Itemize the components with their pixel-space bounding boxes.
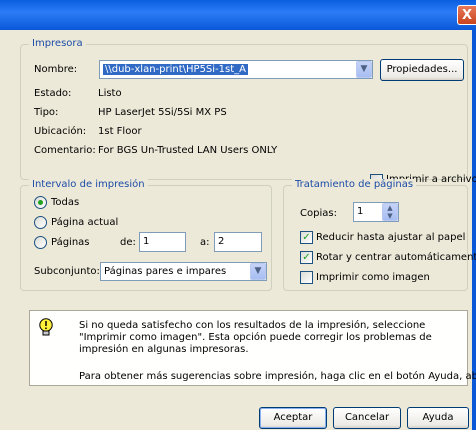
radio-selected-icon (38, 200, 43, 205)
print-range-legend: Intervalo de impresión (29, 179, 148, 190)
copies-spinner[interactable]: ▲ ▼ (382, 203, 398, 221)
range-current-radio[interactable] (34, 216, 47, 229)
window-border (472, 30, 476, 430)
tip-text-1: Si no queda satisfecho con los resultado… (79, 320, 432, 355)
auto-rotate-label[interactable]: Rotar y centrar automáticamente (316, 252, 476, 263)
chevron-down-icon: ▼ (387, 212, 393, 220)
title-bar (0, 0, 476, 30)
printer-name-dropdown-button[interactable]: ▼ (356, 61, 372, 78)
cancel-button[interactable]: Cancelar (333, 407, 401, 429)
printer-name-select[interactable]: \\dub-xlan-print\HP5Si-1st_A (99, 60, 373, 79)
from-label: de: (120, 237, 136, 248)
comment-label: Comentario: (34, 145, 96, 156)
close-icon: X (461, 8, 473, 23)
comment-value: For BGS Un-Trusted LAN Users ONLY (98, 145, 278, 156)
cancel-button-label: Cancelar (344, 412, 390, 423)
lightbulb-icon (38, 318, 54, 338)
properties-button[interactable]: Propiedades... (380, 59, 464, 81)
copies-label: Copias: (300, 208, 337, 219)
printer-group-legend: Impresora (29, 38, 86, 49)
fit-to-paper-label[interactable]: Reducir hasta ajustar al papel (316, 232, 465, 243)
subset-dropdown-button[interactable]: ▼ (250, 263, 266, 280)
chevron-up-icon: ▲ (387, 204, 393, 212)
range-all-label[interactable]: Todas (51, 197, 79, 208)
properties-button-label: Propiedades... (386, 64, 458, 75)
chevron-down-icon: ▼ (254, 266, 262, 276)
print-as-image-checkbox[interactable] (300, 271, 313, 284)
location-label: Ubicación: (34, 126, 87, 137)
printer-name-label: Nombre: (34, 64, 78, 75)
help-button[interactable]: Ayuda (407, 407, 469, 429)
subset-label: Subconjunto: (34, 266, 100, 277)
chevron-down-icon: ▼ (360, 64, 368, 74)
range-pages-label[interactable]: Páginas (51, 237, 90, 248)
subset-value: Páginas pares e impares (104, 266, 227, 277)
auto-rotate-checkbox[interactable]: ✓ (300, 251, 313, 264)
range-pages-radio[interactable] (34, 236, 47, 249)
ok-button-label: Aceptar (273, 412, 313, 423)
subset-select[interactable]: Páginas pares e impares (100, 262, 267, 281)
printer-name-value: \\dub-xlan-print\HP5Si-1st_A (103, 64, 248, 75)
fit-to-paper-checkbox[interactable]: ✓ (300, 231, 313, 244)
ok-button[interactable]: Aceptar (259, 407, 327, 429)
status-value: Listo (98, 88, 122, 99)
range-all-radio[interactable] (34, 196, 47, 209)
status-label: Estado: (34, 88, 72, 99)
to-input[interactable]: 2 (214, 232, 262, 252)
tip-text-2: Para obtener más sugerencias sobre impre… (79, 371, 476, 382)
range-current-label[interactable]: Página actual (51, 217, 118, 228)
type-label: Tipo: (34, 107, 59, 118)
type-value: HP LaserJet 5Si/5Si MX PS (98, 107, 227, 118)
close-button[interactable]: X (457, 5, 476, 25)
copies-value: 1 (357, 206, 364, 217)
print-as-image-label[interactable]: Imprimir como imagen (316, 272, 430, 283)
help-button-label: Ayuda (422, 412, 454, 423)
from-input[interactable]: 1 (139, 232, 186, 252)
location-value: 1st Floor (98, 126, 142, 137)
to-label: a: (200, 237, 210, 248)
page-handling-legend: Tratamiento de páginas (292, 179, 417, 190)
